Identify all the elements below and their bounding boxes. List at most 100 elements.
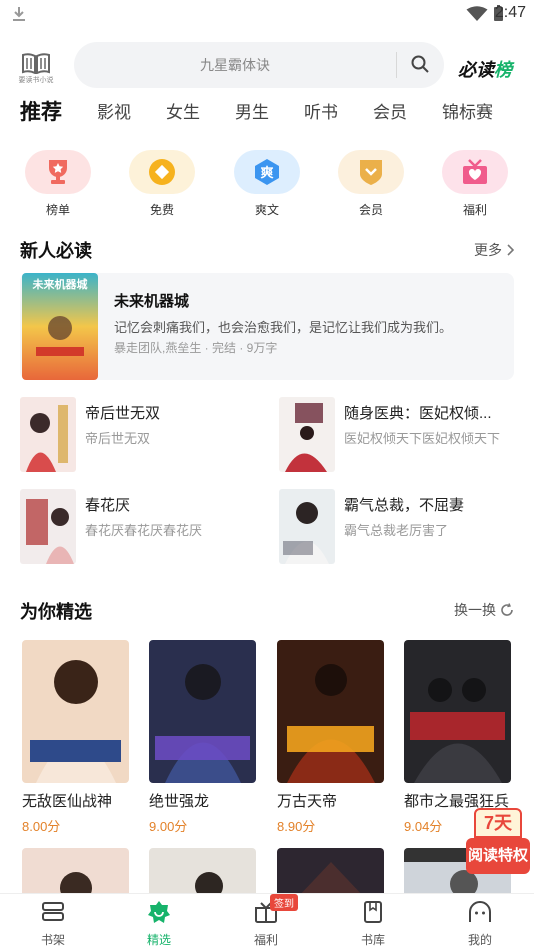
shuang-glyph: 爽 [260, 165, 273, 181]
rec-book-cover[interactable] [277, 640, 384, 783]
rec-book-cover[interactable] [22, 640, 129, 783]
search-header: 要读书小说 九星霸体诀 必读榜 [0, 38, 534, 90]
tab-member[interactable]: 会员 [373, 98, 407, 123]
rec-book-cover[interactable] [149, 640, 256, 783]
rec-book-cover[interactable] [404, 640, 511, 783]
tab-recommend[interactable]: 推荐 [20, 96, 62, 126]
quick-item-free[interactable]: 免费 [129, 150, 195, 218]
chevron-right-icon [507, 244, 514, 256]
bidu-suffix: 榜 [494, 60, 512, 80]
rec-section-title: 为你精选 [20, 602, 92, 622]
category-tabs: 推荐 影视 女生 男生 听书 会员 锦标赛 [0, 96, 534, 126]
featured-book-desc: 记忆会刺痛我们，也会治愈我们，是记忆让我们成为我们。 [114, 320, 453, 335]
wifi-icon [466, 6, 488, 21]
rec-book-cover[interactable] [22, 848, 129, 898]
quick-item-welfare[interactable]: 福利 [442, 150, 508, 218]
more-label: 更多 [474, 242, 502, 258]
featured-book-cover[interactable]: 未来机器城 [22, 273, 98, 380]
featured-icon [148, 901, 170, 923]
refresh-label: 换一换 [454, 602, 496, 618]
nav-label: 书库 [360, 933, 385, 947]
gift-heart-icon [463, 159, 487, 184]
rec-book-name: 万古天帝 [277, 793, 338, 810]
promo-days: 7天 [474, 808, 522, 838]
book-cover[interactable] [20, 489, 76, 564]
tab-audio[interactable]: 听书 [304, 98, 338, 123]
tab-female[interactable]: 女生 [166, 98, 200, 123]
book-cover[interactable] [20, 397, 76, 472]
rec-book-score: 9.00分 [149, 819, 188, 834]
new-section-more-button[interactable]: 更多 [474, 240, 514, 260]
rec-book-name: 无敌医仙战神 [22, 793, 113, 810]
search-bar[interactable]: 九星霸体诀 [74, 42, 444, 88]
book-sub: 帝后世无双 [85, 431, 151, 446]
rec-book-cover[interactable] [277, 848, 384, 898]
nav-library[interactable]: 书库 [343, 900, 403, 948]
status-time: 2:47 [494, 4, 526, 21]
status-bar: 2:47 [0, 0, 534, 30]
tab-male[interactable]: 男生 [235, 98, 269, 123]
rec-book-item[interactable]: 都市之最强狂兵 9.04分 [404, 640, 512, 835]
nav-label: 书架 [40, 933, 65, 947]
refresh-button[interactable]: 换一换 [454, 600, 514, 620]
reading-privilege-promo[interactable]: 7天 阅读特权 [466, 808, 530, 876]
book-sub: 霸气总裁老厉害了 [344, 523, 449, 538]
book-name: 霸气总裁，不屈妻 [344, 497, 465, 514]
nav-label: 精选 [146, 933, 171, 947]
quick-label-ranking: 榜单 [45, 203, 70, 217]
rec-book-item[interactable]: 无敌医仙战神 8.00分 [22, 640, 130, 835]
featured-book-title: 未来机器城 [114, 293, 190, 310]
nav-label: 我的 [467, 933, 492, 947]
book-sub: 春花厌春花厌春花厌 [85, 523, 203, 538]
book-cover[interactable] [279, 397, 335, 472]
checkin-badge: 签到 [270, 894, 298, 911]
tab-tournament[interactable]: 锦标赛 [442, 98, 493, 123]
book-sub: 医妃权倾天下医妃权倾天下 [344, 431, 501, 446]
book-cover[interactable] [279, 489, 335, 564]
featured-book-card[interactable]: 未来机器城 未来机器城 记忆会刺痛我们，也会治愈我们，是记忆让我们成为我们。 暴… [20, 273, 514, 380]
quick-entry-row: 榜单 免费 爽 爽文 会员 福利 [0, 150, 534, 220]
download-icon [13, 7, 25, 21]
quick-item-shuangwen[interactable]: 爽 爽文 [234, 150, 300, 218]
search-placeholder[interactable]: 九星霸体诀 [74, 55, 396, 75]
quick-item-ranking[interactable]: 榜单 [25, 150, 91, 218]
rec-book-name: 绝世强龙 [149, 793, 210, 810]
quick-label-shuangwen: 爽文 [254, 203, 279, 217]
nav-profile[interactable]: 我的 [450, 900, 510, 948]
refresh-icon [501, 603, 513, 616]
search-divider [396, 52, 397, 78]
book-item[interactable]: 帝后世无双 帝后世无双 [20, 397, 270, 477]
shuang-icon: 爽 [255, 159, 279, 185]
new-section-title: 新人必读 [20, 241, 92, 261]
quick-label-welfare: 福利 [462, 203, 487, 217]
nav-bookshelf[interactable]: 书架 [23, 900, 83, 948]
nav-welfare[interactable]: 签到 福利 [236, 894, 298, 948]
library-icon [364, 901, 382, 923]
featured-cover-title: 未来机器城 [32, 277, 88, 291]
search-icon[interactable] [410, 54, 430, 74]
rec-book-score: 8.00分 [22, 819, 61, 834]
nav-featured[interactable]: 精选 [129, 900, 189, 948]
app-logo[interactable]: 要读书小说 [18, 52, 54, 88]
bidu-prefix: 必读 [458, 60, 494, 80]
profile-icon [469, 901, 491, 922]
rec-book-cover[interactable] [149, 848, 256, 898]
promo-label: 阅读特权 [466, 838, 530, 874]
book-name: 随身医典：医妃权倾... [344, 405, 492, 422]
rec-book-item[interactable]: 绝世强龙 9.00分 [149, 640, 257, 835]
quick-label-member: 会员 [358, 203, 383, 217]
book-item[interactable]: 随身医典：医妃权倾... 医妃权倾天下医妃权倾天下 [279, 397, 529, 477]
nav-label: 福利 [253, 933, 278, 947]
rec-book-score: 8.90分 [277, 819, 316, 834]
quick-item-member[interactable]: 会员 [338, 150, 404, 218]
bidu-ranking-button[interactable]: 必读榜 [458, 56, 512, 82]
book-item[interactable]: 春花厌 春花厌春花厌春花厌 [20, 489, 270, 569]
rec-book-item[interactable]: 万古天帝 8.90分 [277, 640, 385, 835]
tab-film[interactable]: 影视 [97, 98, 131, 123]
vip-shield-icon [360, 160, 382, 185]
book-item[interactable]: 霸气总裁，不屈妻 霸气总裁老厉害了 [279, 489, 529, 569]
coin-icon [149, 159, 175, 185]
quick-label-free: 免费 [149, 203, 174, 217]
bookshelf-icon [42, 902, 64, 921]
logo-text: 要读书小说 [18, 77, 54, 84]
